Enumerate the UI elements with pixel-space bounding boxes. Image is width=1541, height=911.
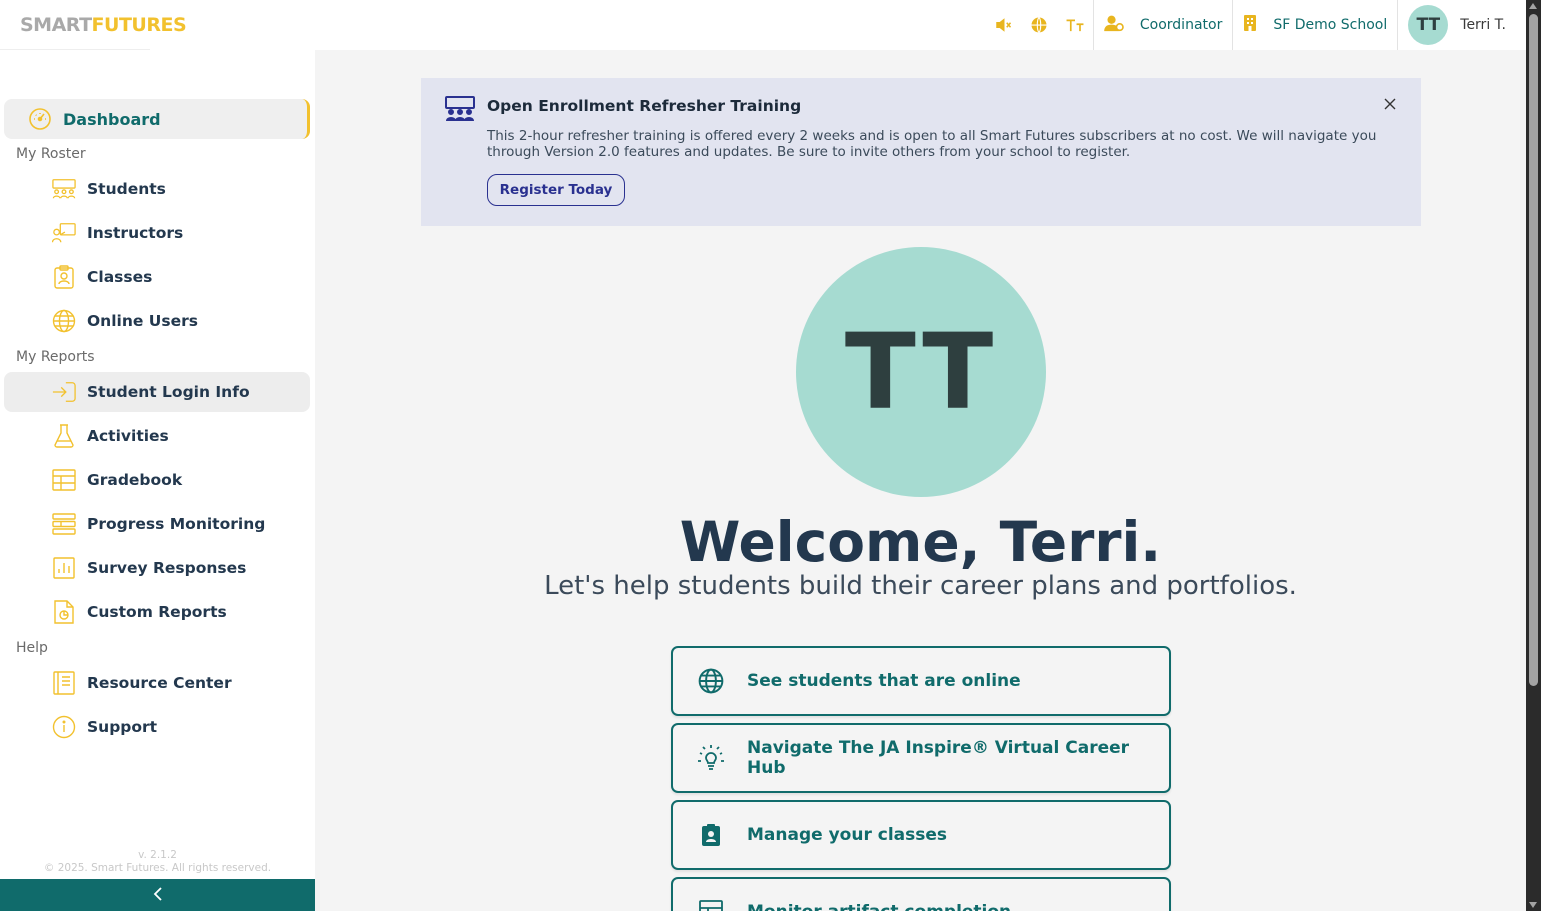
welcome-tagline: Let's help students build their career p… bbox=[544, 571, 1297, 601]
copyright-label: © 2025. Smart Futures. All rights reserv… bbox=[43, 862, 272, 874]
report-document-icon bbox=[52, 600, 76, 624]
school-switcher[interactable]: SF Demo School bbox=[1233, 0, 1397, 50]
sidebar-collapse-button[interactable] bbox=[0, 879, 315, 911]
welcome-heading: Welcome, Terri. bbox=[679, 510, 1162, 574]
sidebar-item-student-login-info[interactable]: Student Login Info bbox=[4, 372, 310, 412]
sidebar-item-label: Custom Reports bbox=[87, 603, 227, 621]
book-icon bbox=[52, 671, 76, 695]
sidebar-item-label: Students bbox=[87, 180, 166, 198]
top-header: SMARTFUTURES Coordinator SF Demo School bbox=[0, 0, 1526, 50]
sidebar-item-dashboard[interactable]: Dashboard bbox=[4, 99, 310, 139]
sidebar-item-support[interactable]: Support bbox=[4, 707, 310, 747]
user-avatar-large: TT bbox=[796, 247, 1046, 497]
mute-icon[interactable] bbox=[985, 0, 1021, 50]
gauge-icon bbox=[28, 107, 52, 131]
login-arrow-icon bbox=[52, 380, 76, 404]
career-hub-button[interactable]: Navigate The JA Inspire® Virtual Career … bbox=[671, 723, 1171, 793]
students-icon bbox=[52, 177, 76, 201]
info-icon bbox=[52, 715, 76, 739]
progress-rows-icon bbox=[52, 512, 76, 536]
sidebar-item-classes[interactable]: Classes bbox=[4, 257, 310, 297]
bar-chart-icon bbox=[52, 556, 76, 580]
sidebar: Dashboard My Roster Students Instructors… bbox=[0, 50, 315, 911]
school-label: SF Demo School bbox=[1273, 17, 1388, 33]
sidebar-item-label: Classes bbox=[87, 268, 153, 286]
globe-icon bbox=[697, 667, 725, 695]
avatar: TT bbox=[1408, 5, 1449, 45]
action-label: Navigate The JA Inspire® Virtual Career … bbox=[747, 738, 1130, 778]
sidebar-item-custom-reports[interactable]: Custom Reports bbox=[4, 592, 310, 632]
section-label-help: Help bbox=[16, 640, 48, 656]
scroll-down-arrow-icon[interactable] bbox=[1529, 902, 1537, 908]
sidebar-item-instructors[interactable]: Instructors bbox=[4, 213, 310, 253]
clipboard-user-icon bbox=[52, 265, 76, 289]
globe-icon bbox=[52, 309, 76, 333]
announcement-banner: Open Enrollment Refresher Training This … bbox=[421, 78, 1421, 226]
action-label: Monitor artifact completion bbox=[747, 902, 1011, 911]
page-scrollbar[interactable] bbox=[1526, 0, 1541, 911]
clipboard-user-icon bbox=[697, 821, 725, 849]
building-icon bbox=[1243, 14, 1257, 36]
grid-table-icon bbox=[52, 468, 76, 492]
language-globe-icon[interactable] bbox=[1021, 0, 1057, 50]
manage-classes-button[interactable]: Manage your classes bbox=[671, 800, 1171, 870]
chevron-left-icon bbox=[153, 886, 163, 905]
sidebar-item-label: Resource Center bbox=[87, 674, 232, 692]
sidebar-item-label: Progress Monitoring bbox=[87, 515, 266, 533]
sidebar-item-label: Survey Responses bbox=[87, 559, 247, 577]
smart-futures-logo[interactable]: SMARTFUTURES bbox=[20, 14, 187, 36]
flask-icon bbox=[52, 424, 76, 448]
table-icon bbox=[697, 898, 725, 911]
close-icon[interactable] bbox=[1383, 96, 1397, 110]
sidebar-item-label: Activities bbox=[87, 427, 169, 445]
monitor-artifacts-button[interactable]: Monitor artifact completion bbox=[671, 877, 1171, 911]
section-label-reports: My Reports bbox=[16, 349, 95, 365]
section-label-roster: My Roster bbox=[16, 146, 86, 162]
sidebar-item-label: Student Login Info bbox=[87, 383, 250, 401]
sidebar-item-online-users[interactable]: Online Users bbox=[4, 301, 310, 341]
sidebar-item-activities[interactable]: Activities bbox=[4, 416, 310, 456]
banner-body: This 2-hour refresher training is offere… bbox=[487, 128, 1377, 160]
user-role-icon bbox=[1104, 14, 1124, 36]
instructor-board-icon bbox=[52, 221, 76, 245]
sidebar-item-gradebook[interactable]: Gradebook bbox=[4, 460, 310, 500]
sidebar-item-students[interactable]: Students bbox=[4, 169, 310, 209]
role-switcher[interactable]: Coordinator bbox=[1094, 0, 1232, 50]
banner-title: Open Enrollment Refresher Training bbox=[487, 97, 802, 115]
scrollbar-thumb[interactable] bbox=[1529, 14, 1538, 686]
sidebar-item-progress-monitoring[interactable]: Progress Monitoring bbox=[4, 504, 310, 544]
sidebar-item-label: Dashboard bbox=[63, 109, 161, 129]
training-class-icon bbox=[445, 96, 475, 126]
sidebar-item-label: Online Users bbox=[87, 312, 198, 330]
sidebar-item-label: Gradebook bbox=[87, 471, 183, 489]
sidebar-item-label: Support bbox=[87, 718, 158, 736]
scroll-up-arrow-icon[interactable] bbox=[1529, 3, 1537, 9]
register-today-button[interactable]: Register Today bbox=[487, 174, 625, 206]
text-size-icon[interactable] bbox=[1057, 0, 1093, 50]
sidebar-item-resource-center[interactable]: Resource Center bbox=[4, 663, 310, 703]
user-menu[interactable]: TT Terri T. bbox=[1398, 0, 1526, 50]
user-name: Terri T. bbox=[1460, 17, 1506, 33]
sidebar-item-label: Instructors bbox=[87, 224, 184, 242]
action-label: See students that are online bbox=[747, 671, 1021, 691]
see-online-students-button[interactable]: See students that are online bbox=[671, 646, 1171, 716]
header-toolbar: Coordinator SF Demo School TT Terri T. bbox=[985, 0, 1526, 50]
sidebar-item-survey-responses[interactable]: Survey Responses bbox=[4, 548, 310, 588]
role-label: Coordinator bbox=[1139, 17, 1223, 33]
lightbulb-icon bbox=[697, 744, 725, 772]
version-label: v. 2.1.2 bbox=[138, 849, 177, 861]
action-label: Manage your classes bbox=[747, 825, 948, 845]
